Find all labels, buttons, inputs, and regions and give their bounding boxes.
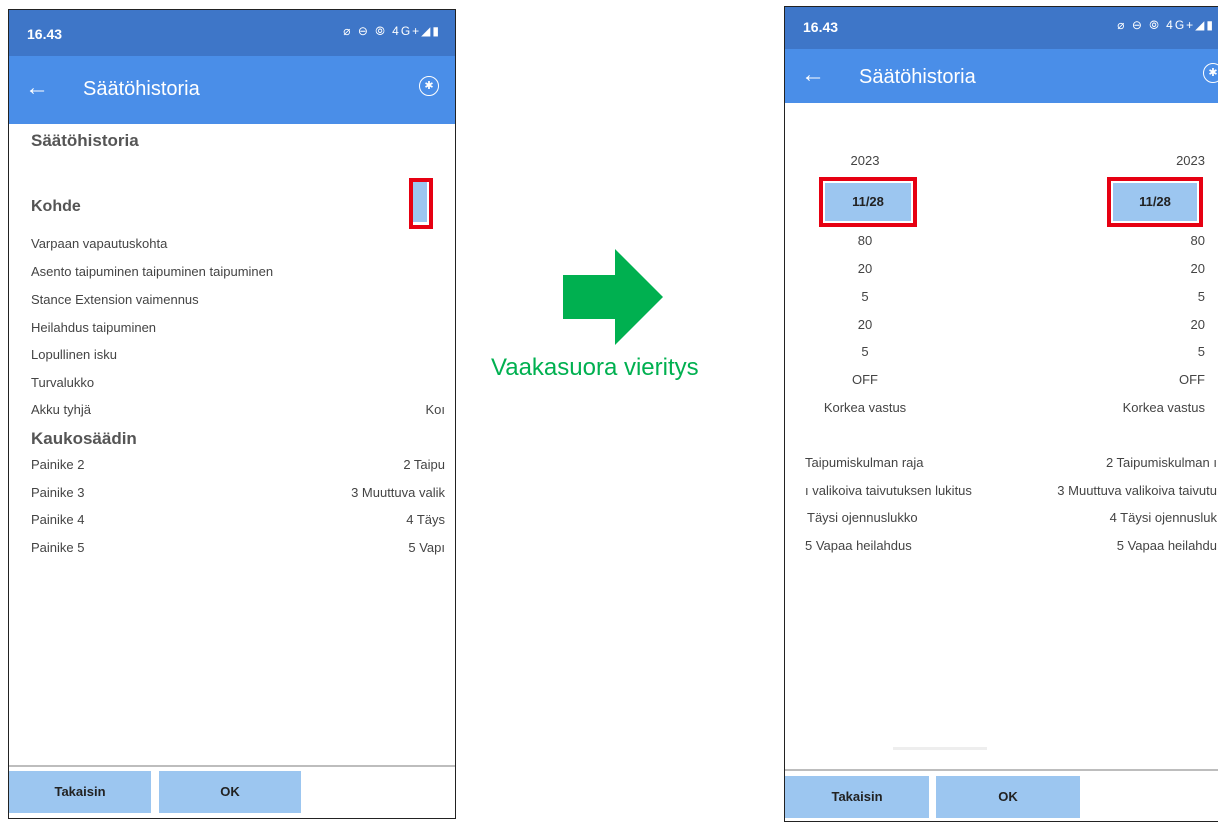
value-cell: 20 [857, 317, 873, 332]
status-icons: ⌀ ⊖ ⦾ 4G+◢▮ [1117, 18, 1215, 32]
back-button[interactable]: Takaisin [785, 776, 929, 818]
value-cell: 80 [857, 233, 873, 248]
year-label: 2023 [850, 153, 880, 168]
remote-value: 5 Vapaa heilahdus [805, 538, 912, 553]
back-arrow-icon[interactable]: ← [801, 61, 825, 89]
ok-button[interactable]: OK [936, 776, 1080, 818]
ok-button[interactable]: OK [159, 771, 301, 813]
highlight-marker [1107, 177, 1203, 227]
row-label: Stance Extension vaimennus [31, 292, 199, 307]
value-cell: 5 [861, 289, 869, 304]
app-bar-title: Säätöhistoria [83, 78, 200, 100]
remote-value: Taipumiskulman raja [805, 455, 924, 470]
status-icons: ⌀ ⊖ ⦾ 4G+◢▮ [343, 24, 441, 38]
value-cell: 20 [1190, 317, 1205, 332]
row-value: Koı [425, 402, 445, 417]
bluetooth-icon[interactable]: ✱ [1203, 63, 1218, 83]
row-label: Painike 4 [31, 512, 85, 527]
row-label: Painike 2 [31, 457, 85, 472]
status-time: 16.43 [803, 19, 839, 35]
app-bar: ← Säätöhistoria ✱ [785, 49, 1218, 103]
value-cell: 5 [861, 344, 869, 359]
app-bar-title: Säätöhistoria [859, 66, 976, 88]
content-title: Säätöhistoria [31, 131, 139, 150]
section-kohde: Kohde [31, 198, 81, 215]
row-value: 3 Muuttuva valik [351, 485, 445, 500]
row-label: Varpaan vapautuskohta [31, 236, 168, 251]
row-label: Heilahdus taipuminen [31, 320, 157, 335]
row-label: Painike 5 [31, 540, 85, 555]
highlight-marker [819, 177, 917, 227]
year-label: 2023 [1176, 153, 1205, 168]
footer-divider [9, 765, 455, 767]
remote-value: 2 Taipumiskulman ı [1105, 455, 1217, 470]
row-label: Asento taipuminen taipuminen taipuminen [31, 264, 274, 279]
remote-value: 3 Muuttuva valikoiva taivutu [1057, 483, 1217, 498]
row-label: Turvalukko [31, 375, 95, 390]
scroll-direction-label: Vaakasuora vieritys [491, 354, 699, 381]
back-button[interactable]: Takaisin [9, 771, 151, 813]
status-bar: 16.43 ⌀ ⊖ ⦾ 4G+◢▮ [785, 7, 1218, 49]
status-time: 16.43 [27, 26, 63, 42]
remote-value: 4 Täysi ojennusluk [1109, 510, 1217, 525]
footer-divider [785, 769, 1218, 771]
section-remote: Kaukosäädin [31, 429, 137, 448]
value-cell: OFF [1179, 372, 1205, 387]
bluetooth-icon[interactable]: ✱ [419, 76, 439, 96]
value-cell: Korkea vastus [1122, 400, 1205, 415]
right-phone-screen: 16.43 ⌀ ⊖ ⦾ 4G+◢▮ ← Säätöhistoria ✱ 2023… [784, 6, 1218, 822]
row-value: 5 Vapı [408, 540, 445, 555]
row-value: 2 Taipu [403, 457, 445, 472]
highlight-marker [409, 178, 433, 229]
right-arrow-icon [563, 249, 663, 345]
value-cell: 5 [1197, 289, 1205, 304]
value-cell: 20 [857, 261, 873, 276]
left-phone-screen: 16.43 ⌀ ⊖ ⦾ 4G+◢▮ ← Säätöhistoria ✱ Säät… [8, 9, 456, 819]
value-cell: 5 [1197, 344, 1205, 359]
remote-value: 5 Vapaa heilahdu [1116, 538, 1217, 553]
back-arrow-icon[interactable]: ← [25, 74, 49, 102]
row-label: Painike 3 [31, 485, 85, 500]
remote-value: ı valikoiva taivutuksen lukitus [805, 483, 972, 498]
scroll-indicator[interactable] [893, 747, 987, 750]
value-cell: Korkea vastus [823, 400, 907, 415]
remote-value: Täysi ojennuslukko [807, 510, 918, 525]
value-cell: OFF [852, 372, 878, 387]
row-label: Lopullinen isku [31, 347, 118, 362]
row-value: 4 Täys [406, 512, 445, 527]
value-cell: 20 [1190, 261, 1205, 276]
status-bar: 16.43 ⌀ ⊖ ⦾ 4G+◢▮ [9, 10, 455, 56]
app-bar: ← Säätöhistoria ✱ [9, 56, 455, 124]
value-cell: 80 [1190, 233, 1205, 248]
row-label: Akku tyhjä [31, 402, 91, 417]
